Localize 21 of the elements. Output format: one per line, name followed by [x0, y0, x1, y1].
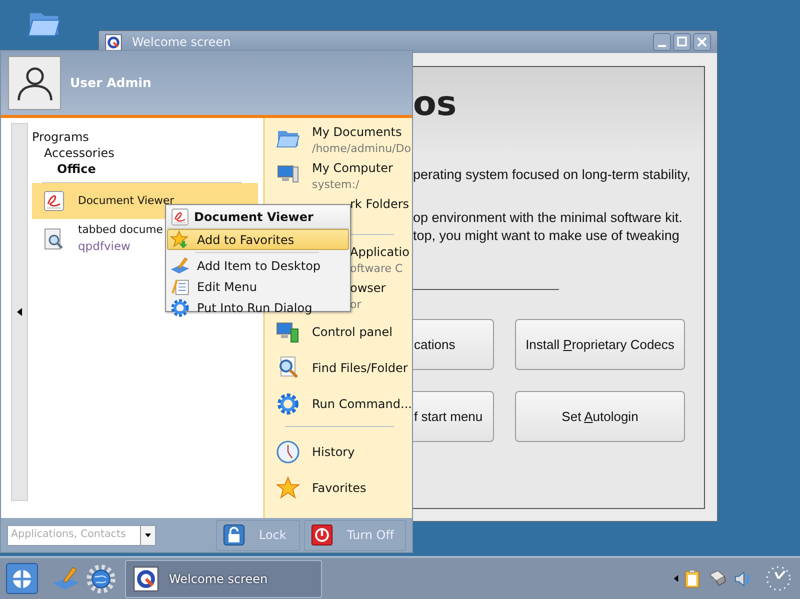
place-name: Favorites: [312, 480, 366, 496]
app-name: Document Viewer: [78, 192, 174, 209]
place-path: /home/adminu/Do: [312, 141, 411, 157]
place-name: Run Command...: [312, 396, 412, 412]
welcome-text-line: op environment with the minimal software kit.: [413, 209, 684, 227]
place-name: Applicatio: [350, 244, 410, 261]
welcome-text-line: perating system focused on long-term stability,: [413, 166, 692, 184]
window-title: Welcome screen: [132, 34, 231, 51]
place-name: History: [312, 444, 355, 460]
app-name: tabbed docume: [78, 222, 163, 238]
place-path: system:/: [312, 177, 360, 193]
app-description: qpdfview: [78, 238, 132, 256]
place-path: oftware C: [350, 261, 404, 277]
user-name: User Admin: [70, 74, 152, 92]
place-name: My Computer: [312, 160, 393, 177]
place-name: My Documents: [312, 124, 403, 141]
place-name: Control panel: [312, 324, 392, 340]
place-name: Find Files/Folder: [312, 360, 408, 376]
welcome-text-line: top, you might want to make use of tweaking: [413, 227, 680, 245]
place-name: owser: [350, 280, 386, 297]
welcome-heading: os: [413, 84, 458, 124]
